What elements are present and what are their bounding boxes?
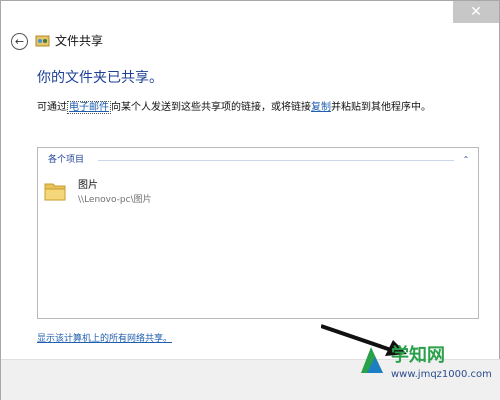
copy-link[interactable]: 复制 — [311, 102, 331, 113]
desc-suffix: 并粘贴到其他程序中。 — [331, 102, 431, 113]
watermark: 学知网 www.jmqz1000.com — [351, 339, 500, 400]
close-button[interactable]: ✕ — [453, 1, 499, 23]
group-divider — [98, 160, 454, 161]
back-button[interactable]: ← — [11, 33, 28, 50]
close-icon: ✕ — [470, 4, 482, 20]
desc-middle: 向某个人发送到这些共享项的链接，或将链接 — [111, 102, 311, 113]
group-label: 各个项目 — [48, 154, 89, 166]
back-arrow-icon: ← — [14, 35, 25, 48]
desc-prefix: 可通过 — [37, 102, 67, 113]
share-description: 可通过 电子邮件 向某个人发送到这些共享项的链接，或将链接复制并粘贴到其他程序中。 — [37, 101, 477, 115]
item-name: 图片 — [78, 180, 98, 191]
share-icon — [35, 35, 50, 47]
window-title: 文件共享 — [55, 34, 104, 48]
group-header[interactable]: 各个项目 ⌃ — [48, 154, 472, 166]
folder-icon — [44, 183, 66, 201]
page-heading: 你的文件夹已共享。 — [37, 70, 163, 86]
shared-items-list[interactable]: 各个项目 ⌃ 图片 \\Lenovo-pc\图片 — [37, 147, 479, 319]
chevron-up-icon[interactable]: ⌃ — [460, 154, 472, 166]
item-path: \\Lenovo-pc\图片 — [78, 195, 152, 205]
list-item[interactable]: 图片 \\Lenovo-pc\图片 — [44, 178, 244, 208]
watermark-url: www.jmqz1000.com — [391, 369, 492, 380]
show-network-shares-link[interactable]: 显示该计算机上的所有网络共享。 — [37, 333, 172, 345]
file-sharing-window: ✕ ← 文件共享 你的文件夹已共享。 可通过 电子邮件 向某个人发送到这些共享项的链… — [0, 0, 500, 400]
watermark-brand: 学知网 — [391, 345, 445, 366]
email-link[interactable]: 电子邮件 — [67, 101, 111, 114]
logo-icon — [361, 347, 383, 373]
